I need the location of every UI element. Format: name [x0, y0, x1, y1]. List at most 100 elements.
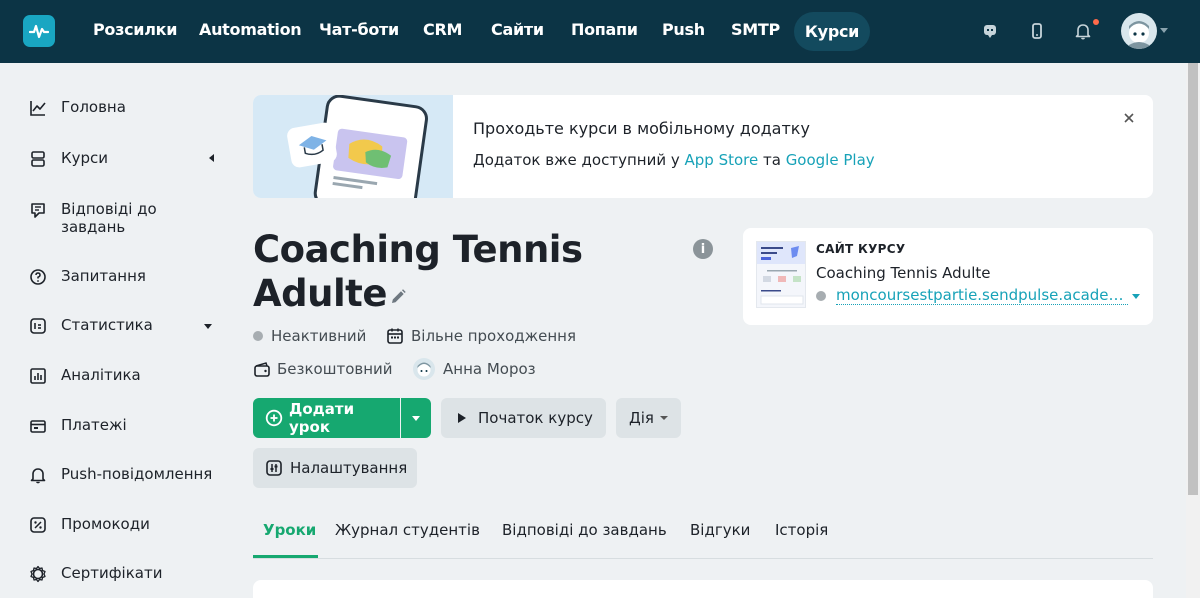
sidebar-item-label: Запитання: [61, 267, 146, 285]
nav-item-popups[interactable]: Попапи: [571, 20, 638, 39]
course-mode: Вільне проходження: [386, 327, 576, 345]
course-price: Безкоштовний: [253, 360, 393, 378]
nav-item-chatbots[interactable]: Чат-боти: [319, 20, 399, 39]
add-lesson-button[interactable]: Додати урок: [253, 398, 400, 438]
certificate-icon: [29, 565, 47, 583]
author-name: Анна Мороз: [443, 360, 536, 378]
sidebar-item-questions[interactable]: Запитання: [29, 267, 146, 286]
pencil-icon[interactable]: [388, 287, 408, 307]
banner-text-prefix: Додаток вже доступний у: [473, 151, 685, 169]
tab-reviews[interactable]: Відгуки: [690, 521, 750, 539]
tab-history[interactable]: Історія: [775, 521, 828, 539]
tab-lessons[interactable]: Уроки: [263, 521, 316, 539]
banner-text-middle: та: [758, 151, 786, 169]
scrollbar-thumb[interactable]: [1188, 63, 1198, 495]
close-icon[interactable]: [1122, 112, 1136, 126]
chevron-down-icon[interactable]: [204, 324, 212, 329]
question-icon: [29, 268, 47, 286]
sidebar-item-label: Промокоди: [61, 515, 150, 533]
wallet-icon: [29, 417, 47, 435]
chat-icon[interactable]: [979, 20, 1001, 42]
promo-icon: [29, 516, 47, 534]
course-author: Анна Мороз: [413, 358, 536, 380]
sidebar-item-label: Головна: [61, 98, 126, 116]
sidebar-item-courses[interactable]: Курси: [29, 149, 108, 168]
app-store-link[interactable]: App Store: [685, 151, 759, 169]
chevron-down-icon[interactable]: [1160, 28, 1168, 33]
user-avatar[interactable]: [1121, 13, 1157, 49]
banner-title: Проходьте курси в мобільному додатку: [473, 119, 810, 138]
price-text: Безкоштовний: [277, 360, 393, 378]
action-label: Дія: [629, 409, 654, 427]
chevron-down-icon: [412, 415, 420, 421]
mode-text: Вільне проходження: [411, 327, 576, 345]
play-icon: [457, 412, 467, 424]
start-course-button[interactable]: Початок курсу: [441, 398, 606, 438]
sendpulse-logo-icon[interactable]: [23, 15, 55, 47]
page-title: Coaching Tennis Adulte: [253, 228, 583, 315]
status-text: Неактивний: [271, 327, 367, 345]
course-site-url-link[interactable]: moncoursestpartie.sendpulse.academy: [836, 286, 1128, 305]
nav-item-courses[interactable]: Курси: [794, 12, 870, 51]
active-tab-indicator: [253, 555, 318, 558]
info-icon[interactable]: i: [693, 239, 713, 259]
notification-dot: [1093, 19, 1099, 25]
start-course-label: Початок курсу: [478, 409, 593, 427]
analytics-icon: [29, 367, 47, 385]
sidebar-item-label: Відповіді до завдань: [61, 200, 157, 236]
answers-icon: [29, 201, 47, 219]
status-dot: [253, 331, 263, 341]
bell-icon[interactable]: [1072, 20, 1094, 42]
sidebar-item-certificates[interactable]: Сертифікати: [29, 564, 162, 583]
sidebar-item-answers[interactable]: Відповіді до завдань: [29, 200, 157, 236]
status-dot: [816, 291, 826, 301]
sidebar-item-label: Сертифікати: [61, 564, 163, 582]
chart-line-icon: [29, 99, 47, 117]
sidebar-item-label: Статистика: [61, 316, 153, 334]
google-play-link[interactable]: Google Play: [786, 151, 875, 169]
course-site-thumbnail[interactable]: [756, 241, 806, 308]
nav-item-sites[interactable]: Сайти: [491, 20, 544, 39]
course-site-card: САЙТ КУРСУ Coaching Tennis Adulte moncou…: [743, 228, 1153, 325]
chevron-left-icon[interactable]: [209, 154, 214, 162]
nav-item-smtp[interactable]: SMTP: [731, 20, 780, 39]
wallet-icon: [253, 360, 271, 378]
plus-circle-icon: [265, 409, 283, 427]
lessons-panel: [253, 580, 1153, 598]
sidebar-item-home[interactable]: Головна: [29, 98, 126, 117]
course-site-name: Coaching Tennis Adulte: [816, 264, 991, 282]
sidebar-item-analytics[interactable]: Аналітика: [29, 366, 141, 385]
sidebar-item-push[interactable]: Push-повідомлення: [29, 465, 212, 484]
tabs-divider: [253, 558, 1153, 559]
settings-label: Налаштування: [290, 459, 408, 477]
settings-button[interactable]: Налаштування: [253, 448, 417, 488]
sidebar-item-promocodes[interactable]: Промокоди: [29, 515, 150, 534]
avatar: [413, 358, 435, 380]
sidebar-item-label: Push-повідомлення: [61, 465, 213, 483]
sidebar-item-payments[interactable]: Платежі: [29, 416, 127, 435]
chevron-down-icon[interactable]: [1132, 294, 1140, 299]
nav-item-mailings[interactable]: Розсилки: [93, 20, 177, 39]
mobile-icon[interactable]: [1026, 20, 1048, 42]
tab-task-answers[interactable]: Відповіді до завдань: [502, 521, 667, 539]
course-site-label: САЙТ КУРСУ: [816, 242, 906, 256]
tab-student-journal[interactable]: Журнал студентів: [335, 521, 480, 539]
nav-item-crm[interactable]: CRM: [423, 20, 462, 39]
add-lesson-label: Додати урок: [289, 400, 355, 436]
add-lesson-dropdown-button[interactable]: [401, 398, 431, 438]
sliders-icon: [265, 459, 283, 477]
chevron-down-icon: [659, 416, 668, 420]
sidebar-item-statistics[interactable]: Статистика: [29, 316, 153, 335]
mobile-app-banner: Проходьте курси в мобільному додатку Дод…: [253, 95, 1153, 198]
phone-illustration: [253, 95, 453, 198]
sidebar-item-label: Платежі: [61, 416, 127, 434]
calendar-icon: [386, 327, 404, 345]
bell-icon: [29, 466, 47, 484]
stats-icon: [29, 317, 47, 335]
nav-item-automation[interactable]: Automation: [199, 20, 302, 39]
layers-icon: [29, 150, 47, 168]
sidebar-item-label: Аналітика: [61, 366, 141, 384]
nav-item-push[interactable]: Push: [662, 20, 705, 39]
action-dropdown-button[interactable]: Дія: [616, 398, 681, 438]
banner-text: Додаток вже доступний у App Store та Goo…: [473, 151, 875, 169]
